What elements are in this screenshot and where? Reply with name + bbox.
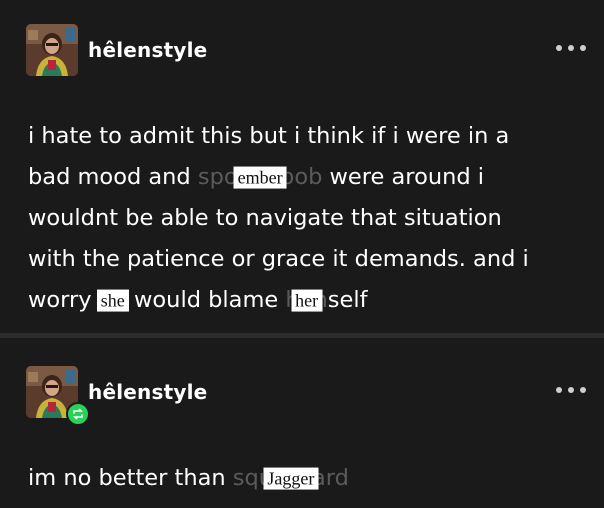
post-divider <box>0 333 604 338</box>
replacement-sticker: she <box>96 289 129 312</box>
replacement-sticker: her <box>291 289 323 312</box>
post-1: hêlenstyle i hate to admit this but i th… <box>0 0 604 340</box>
dot <box>580 45 586 51</box>
username[interactable]: hêlenstyle <box>88 380 207 404</box>
username-suffix: style <box>151 380 208 404</box>
post-2: hêlenstyle im no better than squidwardJa… <box>0 340 604 508</box>
text: bad mood and <box>28 164 198 190</box>
dot <box>568 387 574 393</box>
text: were around i <box>322 164 485 190</box>
text: self <box>327 287 368 313</box>
post-body: i hate to admit this but i think if i we… <box>28 116 588 321</box>
text: with the patience or grace it demands. a… <box>28 246 529 272</box>
post-header: hêlenstyle <box>26 24 586 76</box>
replacement-sticker: ember <box>233 166 287 189</box>
redacted-word: squidwardJagger <box>233 458 349 499</box>
dot <box>568 45 574 51</box>
dot <box>556 387 562 393</box>
reblog-badge-icon <box>66 402 90 426</box>
redacted-word: himher <box>285 280 327 321</box>
redacted-word: spongebobember <box>198 157 323 198</box>
more-options-icon[interactable] <box>556 38 586 58</box>
post-line: with the patience or grace it demands. a… <box>28 239 588 280</box>
dot <box>580 387 586 393</box>
reblog-icon <box>73 408 83 420</box>
replacement-sticker: Jagger <box>263 467 319 490</box>
text: i hate to admit this but i think if i we… <box>28 123 510 149</box>
username-suffix: style <box>151 38 208 62</box>
username[interactable]: hêlenstyle <box>88 38 207 62</box>
redacted-word: heshe <box>96 280 129 321</box>
post-body: im no better than squidwardJagger <box>28 458 588 499</box>
avatar[interactable] <box>26 24 78 76</box>
post-line: bad mood and spongebobember were around … <box>28 157 588 198</box>
post-header: hêlenstyle <box>26 366 586 426</box>
post-line: im no better than squidwardJagger <box>28 458 588 499</box>
post-line: worry heshe would blame himherself <box>28 280 588 321</box>
post-line: i hate to admit this but i think if i we… <box>28 116 588 157</box>
text: would blame <box>126 287 286 313</box>
post-line: wouldnt be able to navigate that situati… <box>28 198 588 239</box>
text: im no better than <box>28 465 233 491</box>
text: worry <box>28 287 99 313</box>
text: wouldnt be able to navigate that situati… <box>28 205 502 231</box>
more-options-icon[interactable] <box>556 380 586 400</box>
avatar-image <box>26 24 78 76</box>
username-prefix: hêlen <box>88 38 152 62</box>
username-prefix: hêlen <box>88 380 152 404</box>
dot <box>556 45 562 51</box>
